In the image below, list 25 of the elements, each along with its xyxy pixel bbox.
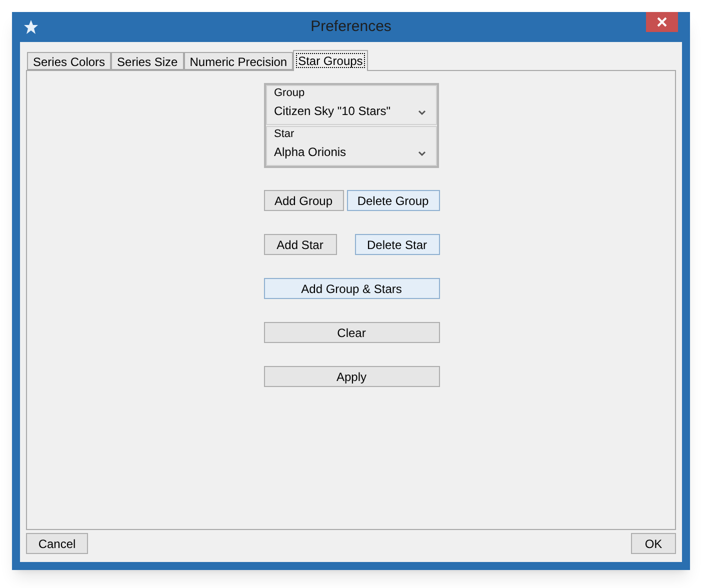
tab[interactable]: Series Colors bbox=[27, 52, 112, 70]
close-icon bbox=[657, 17, 667, 27]
chevron-icon bbox=[418, 110, 426, 116]
action-button[interactable]: Delete Star bbox=[354, 234, 440, 255]
chevron-icon bbox=[418, 150, 426, 156]
ok-button[interactable]: OK bbox=[631, 533, 676, 554]
dropdown[interactable]: Group Citizen Sky "10 Stars" bbox=[266, 85, 437, 125]
dropdown-label: Group bbox=[274, 86, 306, 100]
cancel-button[interactable]: Cancel bbox=[26, 533, 88, 554]
star-icon bbox=[24, 20, 38, 34]
dropdown-value: Alpha Orionis bbox=[274, 144, 346, 160]
tab[interactable]: Series Size bbox=[111, 52, 184, 70]
action-button[interactable]: Delete Group bbox=[346, 190, 440, 211]
action-button[interactable]: Add Group bbox=[264, 190, 344, 211]
close-button[interactable] bbox=[646, 12, 678, 32]
tab[interactable]: Numeric Precision bbox=[184, 52, 294, 70]
dropdown-value: Citizen Sky "10 Stars" bbox=[274, 103, 391, 119]
action-button[interactable]: Apply bbox=[264, 366, 440, 387]
dropdown-label: Star bbox=[274, 127, 296, 141]
tab[interactable]: Star Groups bbox=[293, 50, 368, 71]
window-title: Preferences bbox=[310, 16, 392, 37]
action-button[interactable]: Add Group & Stars bbox=[264, 278, 440, 299]
dropdown[interactable]: Star Alpha Orionis bbox=[266, 126, 437, 166]
action-button[interactable]: Clear bbox=[264, 322, 440, 343]
action-button[interactable]: Add Star bbox=[264, 234, 336, 255]
